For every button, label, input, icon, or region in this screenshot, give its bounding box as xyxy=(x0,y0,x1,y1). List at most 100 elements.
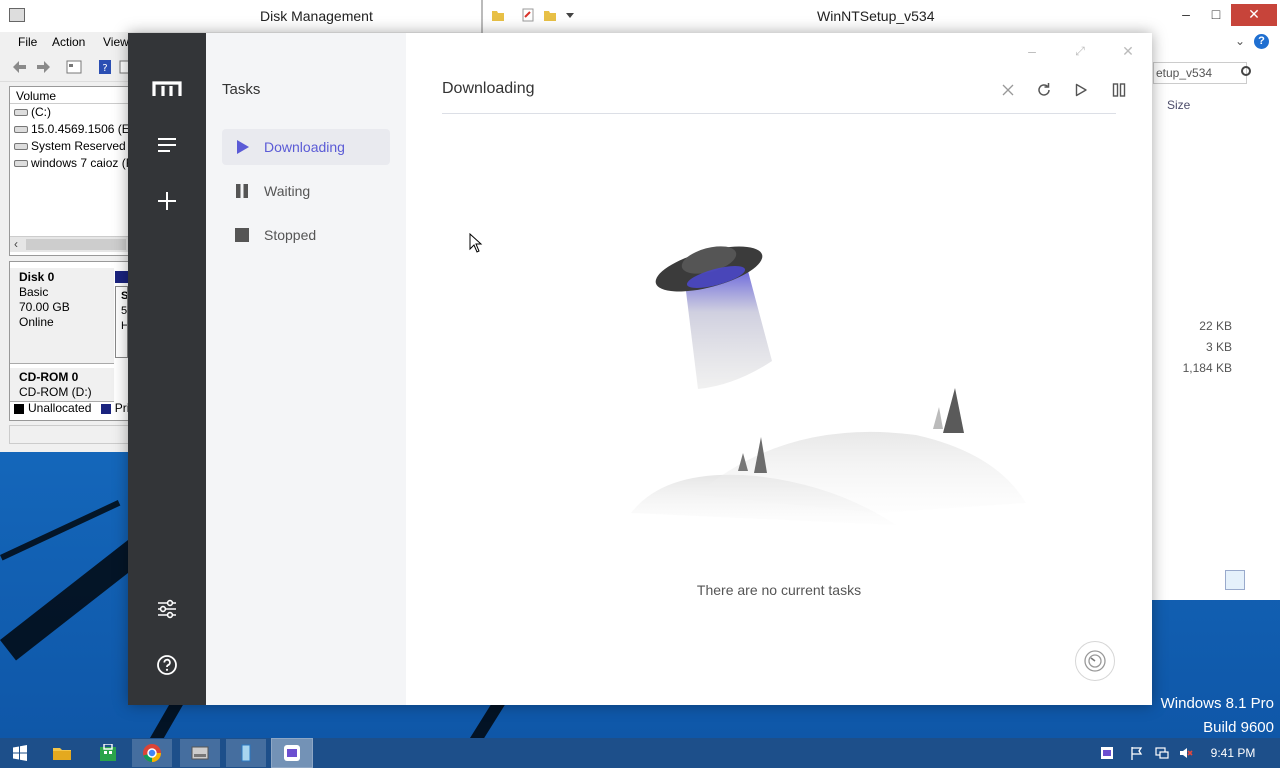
winntsetup-taskbar-button[interactable] xyxy=(226,739,266,767)
motrix-tray-icon[interactable] xyxy=(1100,746,1114,760)
search-icon[interactable] xyxy=(1241,66,1251,76)
disk-map: Disk 0 Basic 70.00 GB Online CD-ROM 0 CD… xyxy=(9,261,129,421)
pause-all-button[interactable] xyxy=(1108,79,1130,101)
file-size-column: 22 KB 3 KB 1,184 KB xyxy=(1183,316,1232,379)
nav-stopped[interactable]: Stopped xyxy=(222,217,390,253)
chrome-icon xyxy=(143,744,161,762)
motrix-window: Tasks Downloading Waiting Stopped – ⤢ ✕ … xyxy=(128,33,1152,705)
legend-unallocated: Unallocated xyxy=(28,401,92,415)
volume-muted-icon[interactable] xyxy=(1179,746,1193,760)
folder-icon[interactable] xyxy=(491,8,505,22)
disk-management-taskbar-button[interactable] xyxy=(180,739,220,767)
chrome-taskbar-button[interactable] xyxy=(132,739,172,767)
size-column-header[interactable]: Size xyxy=(1167,98,1190,112)
task-category-panel: Tasks Downloading Waiting Stopped xyxy=(206,33,406,705)
properties-icon[interactable] xyxy=(66,59,82,75)
pause-all-icon xyxy=(1112,83,1126,97)
motrix-sidebar xyxy=(128,33,206,705)
new-folder-icon[interactable] xyxy=(543,8,557,22)
add-task-icon[interactable] xyxy=(149,183,185,219)
search-input[interactable]: etup_v534 xyxy=(1153,62,1247,84)
disk-management-titlebar[interactable]: Disk Management xyxy=(0,0,481,32)
file-size: 1,184 KB xyxy=(1182,361,1232,375)
disk-management-icon xyxy=(191,746,209,760)
disk-management-app-icon xyxy=(9,8,25,22)
windows-logo-icon xyxy=(13,745,27,761)
cdrom-info[interactable]: CD-ROM 0 CD-ROM (D:) xyxy=(10,368,114,402)
window-maximize-button[interactable]: ⤢ xyxy=(1068,39,1092,63)
large-icons-view-icon[interactable] xyxy=(1249,570,1269,590)
partition-header-bar xyxy=(115,271,128,283)
drive-icon xyxy=(14,109,28,117)
play-icon xyxy=(237,140,249,154)
task-list-panel: – ⤢ ✕ Downloading There are no current t… xyxy=(406,33,1152,705)
window-close-button[interactable]: ✕ xyxy=(1116,39,1140,63)
help-book-icon[interactable]: ? xyxy=(97,59,113,75)
disk0-status: Online xyxy=(19,315,54,329)
disk0-size: 70.00 GB xyxy=(19,300,70,314)
action-center-flag-icon[interactable] xyxy=(1130,746,1144,760)
winntsetup-icon xyxy=(241,744,251,762)
motrix-app-icon xyxy=(284,745,300,761)
settings-sliders-icon[interactable] xyxy=(149,591,185,627)
help-icon[interactable] xyxy=(149,647,185,683)
drive-icon xyxy=(14,126,28,134)
volume-row[interactable]: 15.0.4569.1506 (E:) xyxy=(10,121,128,138)
page-title: Downloading xyxy=(442,80,535,97)
nav-downloading-label: Downloading xyxy=(264,139,345,155)
scroll-left-icon[interactable]: ‹ xyxy=(14,237,18,251)
disk-legend: Unallocated Pri xyxy=(14,401,129,415)
ribbon-expand-chevron-icon[interactable]: ⌄ xyxy=(1235,34,1245,48)
scroll-thumb[interactable] xyxy=(26,239,126,250)
volume-row[interactable]: windows 7 caioz (F: xyxy=(10,155,128,172)
start-button[interactable] xyxy=(0,739,40,767)
close-button[interactable]: ✕ xyxy=(1231,4,1277,26)
help-icon[interactable]: ? xyxy=(1254,34,1269,49)
menu-view[interactable]: View xyxy=(103,35,129,49)
refresh-button[interactable] xyxy=(1033,79,1055,101)
close-icon xyxy=(1002,84,1014,96)
back-arrow-icon[interactable] xyxy=(12,59,28,75)
volume-column-header[interactable]: Volume xyxy=(10,87,128,104)
taskbar: 9:41 PM xyxy=(0,738,1280,768)
disk0-type: Basic xyxy=(19,285,49,299)
volume-row[interactable]: (C:) xyxy=(10,104,128,121)
disk0-name: Disk 0 xyxy=(19,270,55,284)
disk-management-title: Disk Management xyxy=(260,8,373,24)
menu-action[interactable]: Action xyxy=(52,35,85,49)
tasks-heading: Tasks xyxy=(222,81,261,98)
chevron-down-icon[interactable] xyxy=(563,8,577,22)
menu-icon[interactable] xyxy=(149,127,185,163)
mouse-cursor-icon xyxy=(469,233,483,253)
motrix-taskbar-button[interactable] xyxy=(271,738,313,768)
header-divider xyxy=(442,113,1116,114)
resume-all-button[interactable] xyxy=(1070,79,1092,101)
nav-downloading[interactable]: Downloading xyxy=(222,129,390,165)
network-icon[interactable] xyxy=(1155,746,1169,760)
play-outline-icon xyxy=(1075,83,1087,97)
file-explorer-taskbar-button[interactable] xyxy=(42,739,82,767)
menu-file[interactable]: File xyxy=(18,35,37,49)
nav-waiting-label: Waiting xyxy=(264,183,311,199)
svg-text:?: ? xyxy=(102,63,107,74)
window-minimize-button[interactable]: – xyxy=(1020,39,1044,63)
disk-management-statusbar xyxy=(9,425,129,444)
forward-arrow-icon[interactable] xyxy=(35,59,51,75)
ufo-empty-illustration xyxy=(631,246,1026,525)
details-view-icon[interactable] xyxy=(1225,570,1245,590)
volume-row[interactable]: System Reserved xyxy=(10,138,128,155)
volume-list-hscrollbar[interactable]: ‹ xyxy=(10,236,128,252)
partition-block[interactable]: S 5 H xyxy=(115,286,128,358)
taskbar-clock[interactable]: 9:41 PM xyxy=(1203,746,1263,760)
explorer-titlebar[interactable]: WinNTSetup_v534 – □ ✕ xyxy=(483,0,1280,32)
motrix-logo-icon[interactable] xyxy=(149,71,185,107)
nav-waiting[interactable]: Waiting xyxy=(222,173,390,209)
properties-icon[interactable] xyxy=(521,8,535,22)
folder-icon xyxy=(53,748,71,760)
cdrom-name: CD-ROM 0 xyxy=(19,370,79,384)
disk0-info[interactable]: Disk 0 Basic 70.00 GB Online xyxy=(10,268,114,364)
speedometer-button[interactable] xyxy=(1075,641,1115,681)
refresh-icon xyxy=(1038,83,1050,96)
store-taskbar-button[interactable] xyxy=(88,739,128,767)
clear-tasks-button[interactable] xyxy=(997,79,1019,101)
